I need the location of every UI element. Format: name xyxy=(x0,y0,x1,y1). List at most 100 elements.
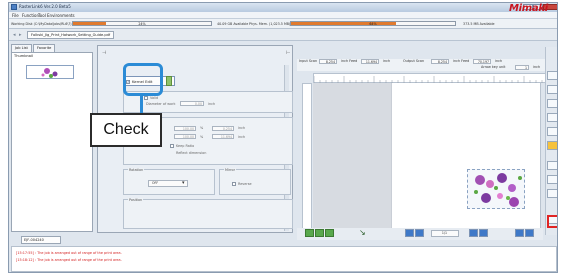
keep-ratio-label: Keep Ratio xyxy=(176,144,195,148)
check-callout-line xyxy=(140,96,143,114)
page-indicator: 1/1 xyxy=(431,230,459,237)
tab-scroll-left-icon[interactable]: ◂ xyxy=(13,32,16,38)
diameter-unit: inch xyxy=(208,102,216,106)
title-bar: RasterLink6 Ver.2.0 Beta5 xyxy=(9,3,557,12)
output-scan-label: Output Scan xyxy=(403,59,425,63)
menu-bar: File Function Tool Environments xyxy=(9,12,557,19)
reverse-checkbox[interactable] xyxy=(232,182,236,186)
output-feed-unit: inch xyxy=(495,59,503,63)
phys-mem-label: Phys. Mem. (1,023.5 MB) xyxy=(249,22,291,26)
file-tab[interactable]: Folkski_Jig_Print_Hatwork_Setting_Guide.… xyxy=(27,31,115,39)
check-callout-highlight xyxy=(123,63,163,96)
input-feed-unit: inch xyxy=(383,59,391,63)
output-feed-label: inch Feed xyxy=(453,59,470,63)
horizontal-ruler xyxy=(313,73,553,84)
right-toolbar xyxy=(545,47,557,235)
status-bar: Working Disk (C:\MyData\Jobs\RL6\?) 24% … xyxy=(9,19,557,29)
circumference-percent-field[interactable]: 100.00 xyxy=(174,126,196,131)
arrow-key-unit-inch: inch xyxy=(533,65,541,69)
job-tab[interactable]: EJF-004240 xyxy=(21,236,61,244)
check-callout-label: Check xyxy=(90,113,162,147)
log-line: [15:17:55] : The job is arranged out of … xyxy=(16,251,122,255)
preview-bottom-toolbar: ↘ 1/1 xyxy=(297,228,543,240)
tool-color-icon[interactable] xyxy=(547,141,557,150)
menu-file[interactable]: File xyxy=(12,13,19,18)
arrow-key-unit-select[interactable]: 1 xyxy=(515,65,529,70)
disk-progress-bar: 24% xyxy=(72,21,212,26)
arrow-key-unit-label: Arrow key unit xyxy=(481,65,506,69)
memory-available: 373.5 MB Available xyxy=(463,22,495,26)
last-page-button[interactable] xyxy=(479,229,488,237)
preview-print-area[interactable] xyxy=(391,83,541,233)
preview-outside-area xyxy=(313,83,391,233)
mimaki-logo: Mimaki xyxy=(509,3,548,14)
position-caption: Position xyxy=(128,198,144,202)
reverse-label: Reverse xyxy=(238,182,252,186)
input-scan-label: Input Scan xyxy=(299,59,318,63)
circumference-unit: inch xyxy=(238,126,246,130)
file-tab-bar: ◂ ▸ Folkski_Jig_Print_Hatwork_Setting_Gu… xyxy=(9,29,557,41)
tool-select-icon[interactable] xyxy=(547,71,557,80)
zoom-out-icon[interactable] xyxy=(325,229,334,237)
tool-move-icon[interactable] xyxy=(547,85,557,94)
feed-inch-field[interactable]: 11.694 xyxy=(212,134,234,139)
diameter-label: Diameter of work xyxy=(146,102,176,106)
flower-pattern-art xyxy=(474,173,522,207)
pointer-tool-icon[interactable]: ↘ xyxy=(359,228,366,237)
feed-unit: inch xyxy=(238,135,246,139)
preview-header: Input Scan 8.254 inch Feed 11.694 inch O… xyxy=(297,59,555,71)
diameter-field[interactable]: 0.00 xyxy=(180,101,204,106)
mirror-group: Mirror Reverse xyxy=(219,168,291,195)
pin-icon[interactable]: ⊣ xyxy=(102,50,106,56)
input-feed-field[interactable]: 11.694 xyxy=(361,59,379,64)
disk-available: 40.09 GB Available xyxy=(217,22,249,26)
input-scan-field[interactable]: 8.254 xyxy=(319,59,337,64)
feed-percent-field[interactable]: 100.00 xyxy=(174,134,196,139)
output-feed-field[interactable]: 70.197 xyxy=(473,59,491,64)
valid-checkbox[interactable] xyxy=(144,96,148,100)
pin-icon-right[interactable]: ⊢ xyxy=(286,50,290,56)
thumbnail-label: Thumbnail xyxy=(14,54,34,58)
circumference-inch-field[interactable]: 0.254 xyxy=(212,126,234,131)
circumference-percent-sign: % xyxy=(200,126,204,130)
app-icon xyxy=(11,4,17,10)
job-image-preview[interactable] xyxy=(467,169,525,209)
zoom-in-icon[interactable] xyxy=(315,229,324,237)
output-scan-field[interactable]: 8.254 xyxy=(431,59,449,64)
green-indicator-icon xyxy=(166,76,172,86)
view-mode-icon[interactable] xyxy=(515,229,524,237)
menu-environments[interactable]: Environments xyxy=(47,13,75,18)
prev-page-button[interactable] xyxy=(415,229,424,237)
menu-function[interactable]: Function xyxy=(22,13,39,18)
thumbnail-panel: Thumbnail xyxy=(11,52,93,232)
first-page-button[interactable] xyxy=(405,229,414,237)
thumbnail-image[interactable] xyxy=(26,65,74,79)
rotation-dropdown-icon[interactable]: ▾ xyxy=(182,180,185,186)
input-feed-label: inch Feed xyxy=(341,59,358,63)
tool-print-icon[interactable] xyxy=(547,127,557,136)
working-disk-label: Working Disk (C:\MyData\Jobs\RL6\?) xyxy=(11,22,72,26)
highlight-box xyxy=(547,215,557,228)
window-title: RasterLink6 Ver.2.0 Beta5 xyxy=(19,4,71,9)
mirror-caption: Mirror xyxy=(224,168,236,172)
keep-ratio-checkbox[interactable] xyxy=(170,144,174,148)
fit-view-icon[interactable] xyxy=(305,229,314,237)
tab-favorite[interactable]: Favorite xyxy=(33,44,56,52)
memory-progress-label: 64% xyxy=(369,22,377,26)
tool-layout-icon[interactable] xyxy=(547,161,557,170)
tool-settings-icon[interactable] xyxy=(547,113,557,122)
tool-zoom-icon[interactable] xyxy=(547,99,557,108)
next-page-button[interactable] xyxy=(469,229,478,237)
rotation-group: Rotation OFF ▾ xyxy=(123,168,215,195)
view-mode2-icon[interactable] xyxy=(525,229,534,237)
tool-info-icon[interactable] xyxy=(547,189,557,198)
tool-nest-icon[interactable] xyxy=(547,175,557,184)
thumbnail-flower-art xyxy=(41,68,58,78)
valid-label: Valid xyxy=(150,96,159,100)
memory-progress-bar: 64% xyxy=(290,21,456,26)
tab-scroll-right-icon[interactable]: ▸ xyxy=(19,32,22,38)
vertical-ruler xyxy=(302,83,312,233)
menu-tool[interactable]: Tool xyxy=(38,13,46,18)
tab-job-list[interactable]: Job List xyxy=(11,44,32,52)
reflect-dimension-label: Reflect dimension xyxy=(176,151,207,155)
